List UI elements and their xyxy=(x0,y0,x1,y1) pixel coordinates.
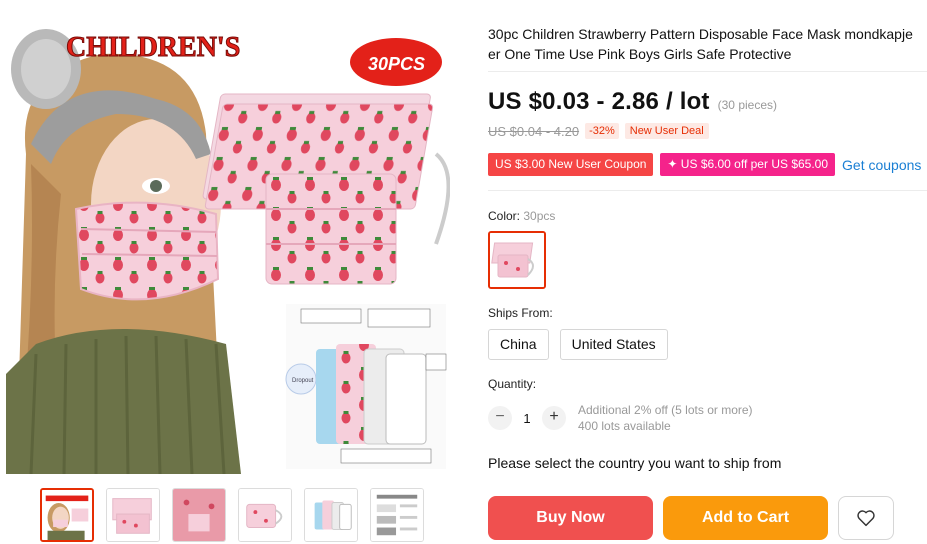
thumbnail-5[interactable] xyxy=(304,488,358,542)
ships-from-label: Ships From: xyxy=(488,306,553,320)
thumbnail-6[interactable] xyxy=(370,488,424,542)
wishlist-button[interactable] xyxy=(838,496,894,540)
bulk-discount-note: Additional 2% off (5 lots or more) xyxy=(578,403,753,417)
product-title: 30pc Children Strawberry Pattern Disposa… xyxy=(488,26,913,62)
price-unit: (30 pieces) xyxy=(717,98,778,112)
badge-text: 30PCS xyxy=(368,54,425,74)
divider xyxy=(488,190,927,191)
quantity-value[interactable]: 1 xyxy=(512,411,542,426)
quantity-label: Quantity: xyxy=(488,377,537,391)
ship-option-china[interactable]: China xyxy=(488,329,549,360)
stock-available-note: 400 lots available xyxy=(578,419,671,433)
thumbnail-4[interactable] xyxy=(238,488,292,542)
thumbnail-1[interactable] xyxy=(40,488,94,542)
heart-icon xyxy=(857,510,875,527)
quantity-stepper: − 1 + Additional 2% off (5 lots or more)… xyxy=(488,402,753,434)
price: US $0.03 - 2.86 / lot xyxy=(488,88,710,115)
color-value: 30pcs xyxy=(523,209,556,223)
add-to-cart-button[interactable]: Add to Cart xyxy=(663,496,828,540)
coupon-row: US $3.00 New User Coupon ✦ US $6.00 off … xyxy=(488,153,921,176)
ship-option-united-states[interactable]: United States xyxy=(559,329,668,360)
thumbnail-2[interactable] xyxy=(106,488,160,542)
color-label-text: Color: xyxy=(488,209,521,223)
thumbnail-strip xyxy=(40,488,424,542)
ships-from-options: China United States xyxy=(488,329,668,360)
quantity-note: Additional 2% off (5 lots or more) 400 l… xyxy=(578,402,753,434)
get-coupons-link[interactable]: Get coupons xyxy=(842,157,921,173)
ship-country-message: Please select the country you want to sh… xyxy=(488,455,782,471)
discount-badge: -32% xyxy=(585,123,619,139)
product-info-panel: 30pc Children Strawberry Pattern Disposa… xyxy=(488,0,927,544)
thumbnail-3[interactable] xyxy=(172,488,226,542)
divider xyxy=(488,71,927,72)
main-product-image[interactable]: Dropout CHILDREN'S 30PCS xyxy=(6,14,450,474)
store-coupon[interactable]: ✦ US $6.00 off per US $65.00 xyxy=(660,153,836,176)
action-buttons: Buy Now Add to Cart xyxy=(488,496,894,540)
new-user-coupon[interactable]: US $3.00 New User Coupon xyxy=(488,153,654,176)
buy-now-button[interactable]: Buy Now xyxy=(488,496,653,540)
price-row: US $0.03 - 2.86 / lot (30 pieces) xyxy=(488,88,777,116)
quantity-increase-button[interactable]: + xyxy=(542,406,566,430)
new-user-deal-badge: New User Deal xyxy=(624,123,709,139)
original-price: US $0.04 - 4.20 xyxy=(488,123,580,139)
banner-text: CHILDREN'S xyxy=(66,32,240,63)
quantity-decrease-button[interactable]: − xyxy=(488,406,512,430)
color-label: Color: 30pcs xyxy=(488,209,555,223)
dropout-label: Dropout xyxy=(292,378,314,384)
original-price-row: US $0.04 - 4.20 -32% New User Deal xyxy=(488,123,709,139)
color-swatch-30pcs[interactable] xyxy=(488,231,546,289)
